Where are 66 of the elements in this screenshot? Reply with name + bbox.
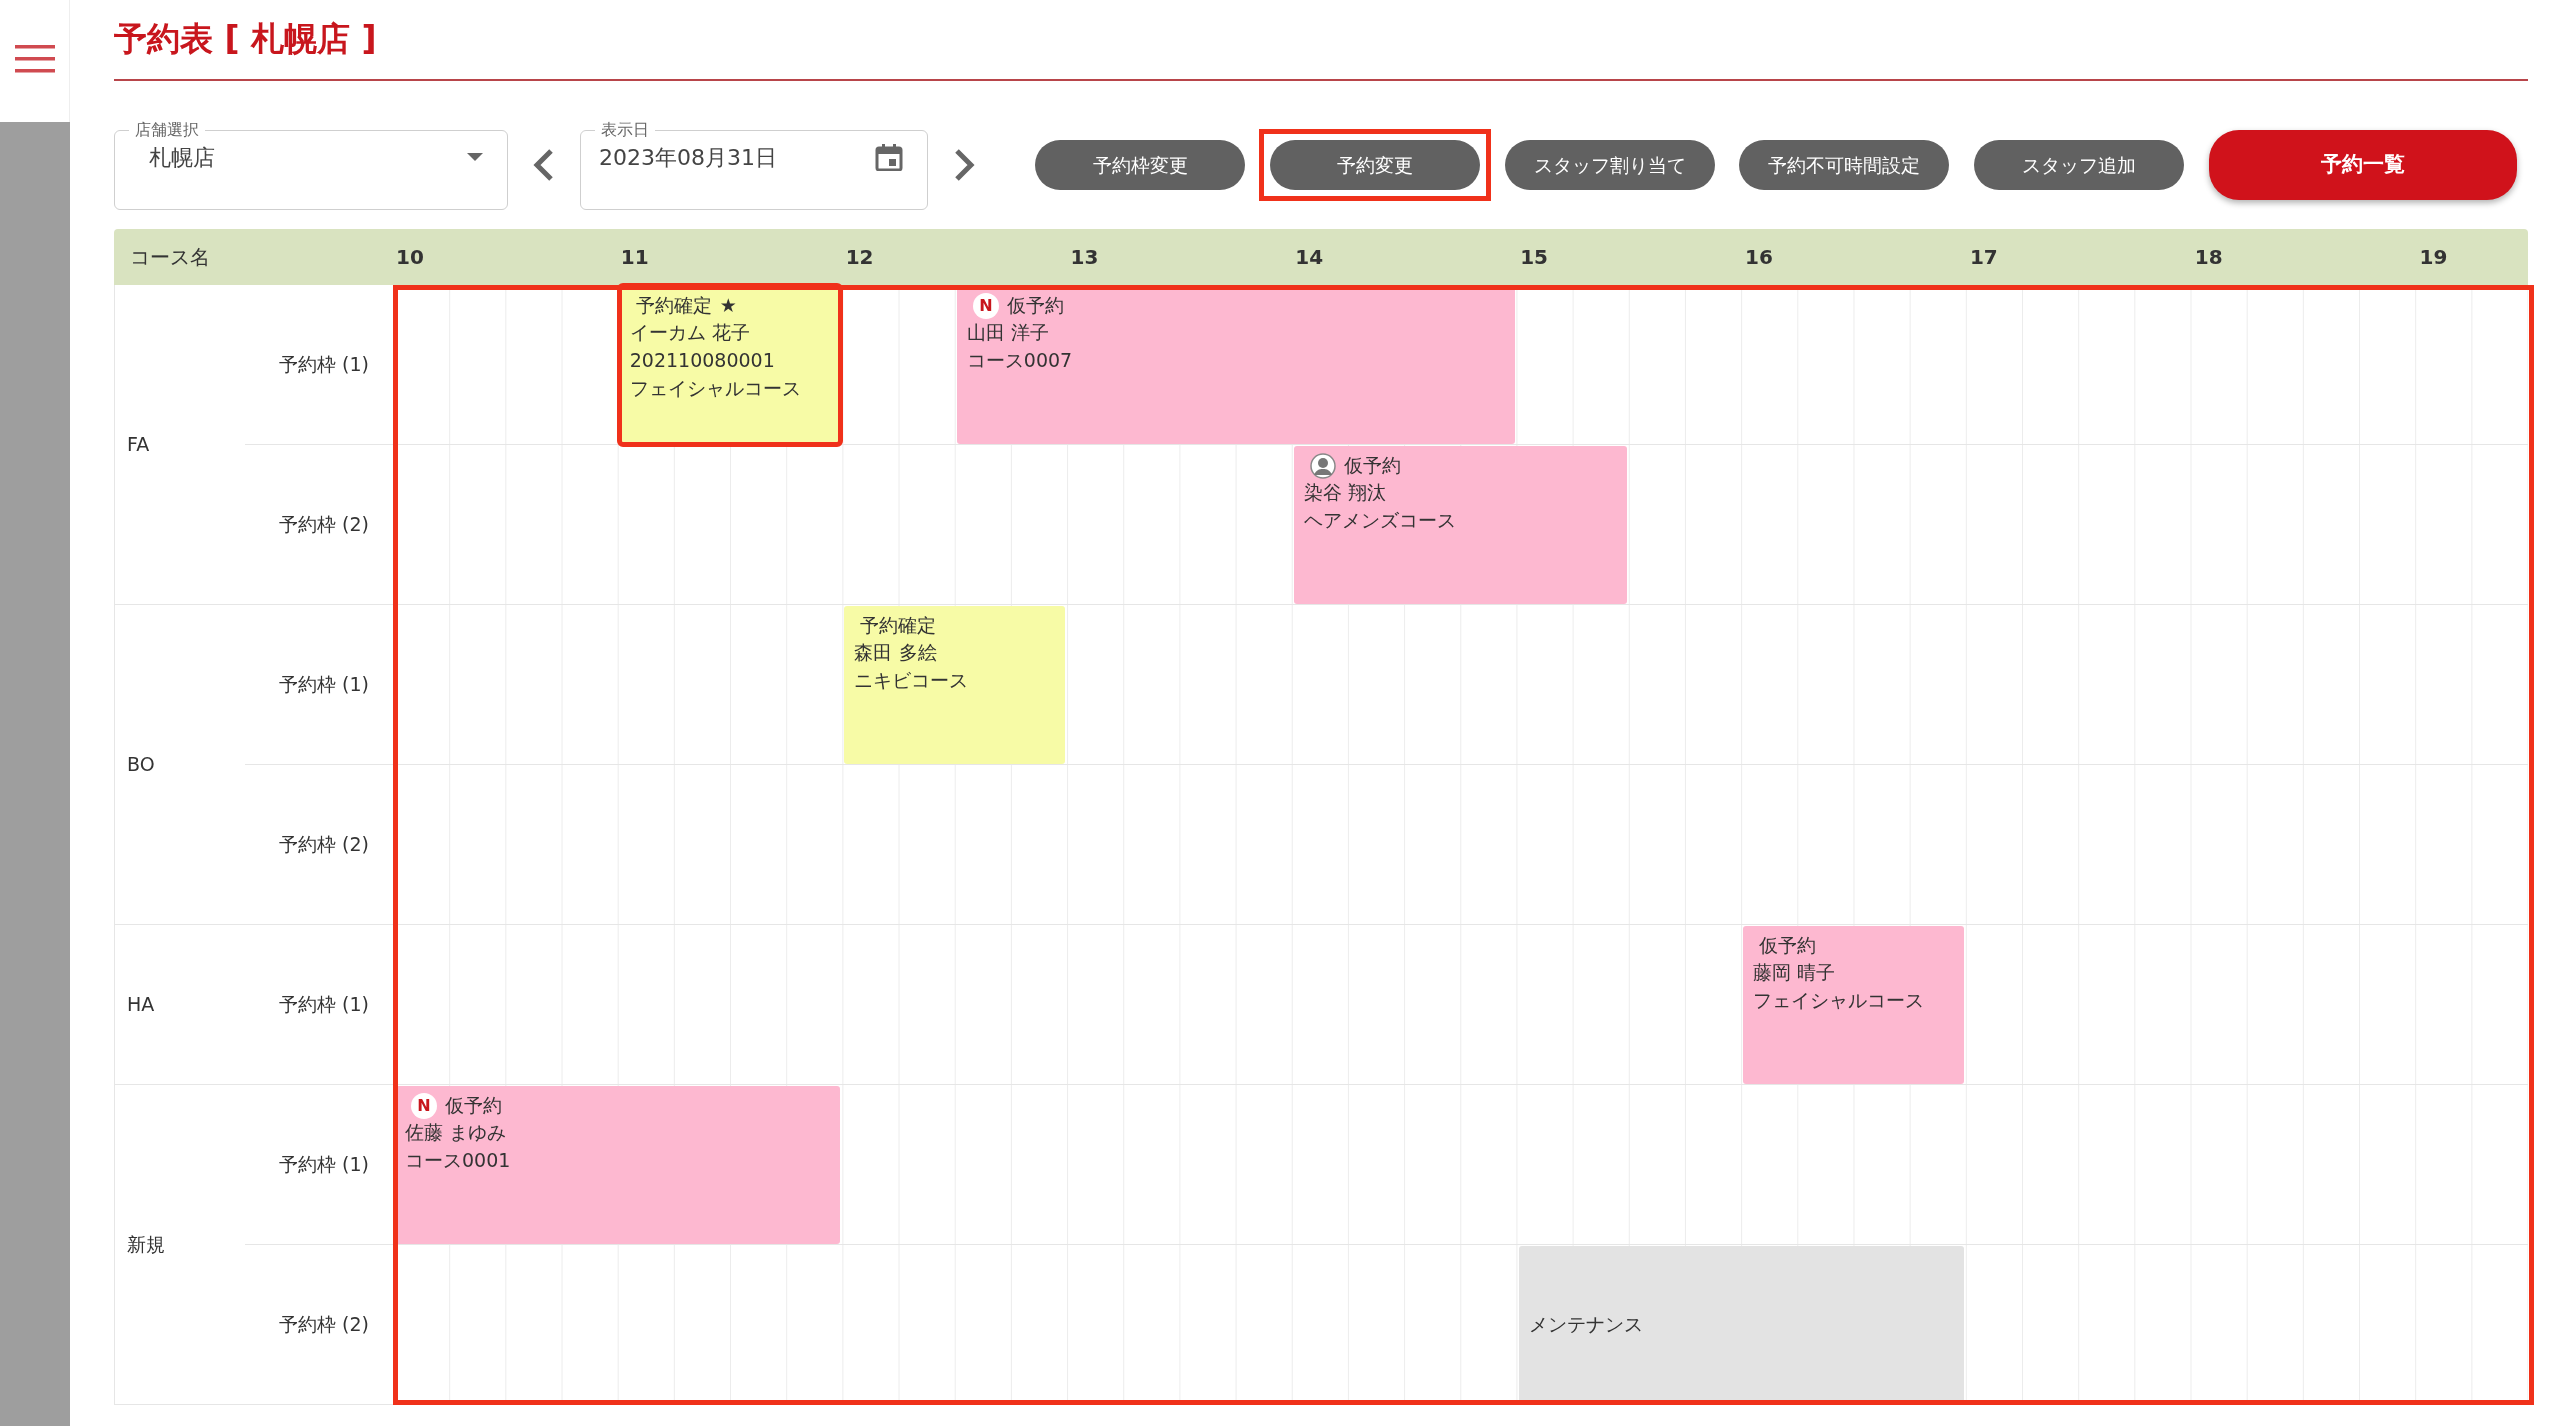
action-button[interactable]: 予約変更 bbox=[1269, 139, 1480, 190]
reservation-text: 佐藤 まゆみ bbox=[405, 1120, 508, 1146]
reservation-text: メンテナンス bbox=[1528, 1312, 1643, 1338]
status-text: 予約確定 bbox=[635, 292, 712, 318]
date-value: 2023年08月31日 bbox=[599, 143, 778, 172]
page-title: 予約表 [ 札幌店 ] bbox=[114, 18, 378, 60]
field-label: 表示日 bbox=[600, 119, 650, 141]
reservation-block[interactable]: N 仮予約 佐藤 まゆみ コース0001 bbox=[395, 1085, 841, 1244]
hour-label: 11 bbox=[619, 243, 650, 271]
reservation-block[interactable]: 仮予約 藤岡 晴子 フェイシャルコース bbox=[1743, 925, 1965, 1084]
reservation-text: ニキビコース bbox=[854, 668, 970, 693]
hour-label: 17 bbox=[1968, 243, 1999, 271]
status-text: 仮予約 bbox=[445, 1092, 502, 1118]
field-label: 店舗選択 bbox=[134, 119, 200, 141]
hour-label: 13 bbox=[1069, 243, 1100, 271]
store-select[interactable]: 店舗選択 札幌店 bbox=[114, 119, 508, 210]
hour-label: 14 bbox=[1294, 243, 1325, 271]
action-button[interactable]: スタッフ割り当て bbox=[1504, 139, 1715, 190]
slot-label: 予約枠 (2) bbox=[245, 1244, 393, 1405]
group-label: FA bbox=[115, 284, 245, 605]
reservation-text: 202110080001 bbox=[629, 348, 776, 373]
reservation-block[interactable]: 仮予約 染谷 翔汰 ヘアメンズコース bbox=[1293, 445, 1628, 604]
group-label: BO bbox=[115, 604, 245, 925]
slot-label: 予約枠 (1) bbox=[245, 1084, 393, 1245]
status-text: 仮予約 bbox=[1343, 452, 1401, 478]
reservation-text: フェイシャルコース bbox=[629, 375, 802, 401]
reservation-text: 藤岡 晴子 bbox=[1753, 960, 1837, 986]
calendar-icon[interactable] bbox=[875, 143, 903, 172]
new-badge: N bbox=[411, 1092, 437, 1119]
action-button[interactable]: スタッフ追加 bbox=[1974, 139, 2185, 190]
reservation-text: コース0001 bbox=[405, 1148, 512, 1173]
status-text: 予約確定 bbox=[860, 612, 937, 638]
hour-label: 16 bbox=[1744, 243, 1774, 271]
reservation-text: 森田 多絵 bbox=[854, 640, 938, 666]
date-field[interactable]: 表示日 2023年08月31日 bbox=[580, 119, 928, 210]
reservation-text: イーカム 花子 bbox=[629, 320, 751, 346]
reservation-text: コース0007 bbox=[966, 348, 1074, 373]
slot-label: 予約枠 (1) bbox=[245, 604, 393, 765]
reservation-block[interactable]: 予約確定 森田 多絵 ニキビコース bbox=[844, 605, 1066, 764]
hour-label: 12 bbox=[844, 243, 875, 271]
hour-label: 18 bbox=[2193, 243, 2224, 271]
slot-label: 予約枠 (2) bbox=[245, 444, 393, 605]
reservation-text: フェイシャルコース bbox=[1753, 988, 1926, 1013]
reservation-text: ヘアメンズコース bbox=[1303, 508, 1457, 533]
group-label: 新規 bbox=[115, 1084, 245, 1405]
select-value: 札幌店 bbox=[148, 143, 216, 172]
hour-label: 15 bbox=[1519, 243, 1550, 271]
hour-label: 10 bbox=[395, 243, 425, 271]
action-button[interactable]: 予約一覧 bbox=[2209, 129, 2517, 200]
slot-label: 予約枠 (1) bbox=[245, 284, 393, 445]
new-badge: N bbox=[972, 292, 999, 319]
slot-label: 予約枠 (2) bbox=[245, 764, 393, 925]
status-text: 仮予約 bbox=[1759, 932, 1817, 958]
action-button[interactable]: 予約枠変更 bbox=[1035, 139, 1245, 190]
person-icon bbox=[1309, 452, 1336, 479]
status-text: 仮予約 bbox=[1006, 292, 1064, 318]
action-button[interactable]: 予約不可時間設定 bbox=[1739, 139, 1950, 190]
group-label: HA bbox=[115, 924, 245, 1085]
hour-label: 19 bbox=[2418, 243, 2449, 271]
column-header: コース名 bbox=[129, 243, 211, 271]
reservation-text: 染谷 翔汰 bbox=[1303, 480, 1387, 506]
star-mark: ★ bbox=[719, 292, 737, 318]
caret-icon bbox=[467, 153, 483, 162]
reservation-text: 山田 洋子 bbox=[966, 320, 1050, 346]
slot-label: 予約枠 (1) bbox=[245, 924, 393, 1085]
menu-icon[interactable] bbox=[14, 44, 55, 74]
